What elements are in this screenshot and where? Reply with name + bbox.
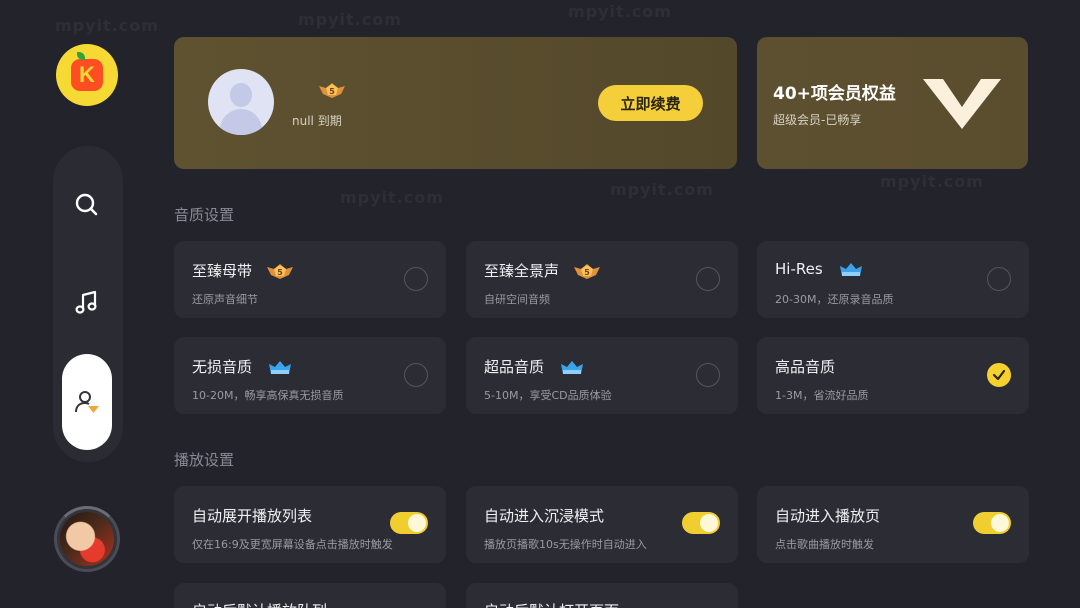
- playback-option[interactable]: 自动进入播放页 点击歌曲播放时触发: [757, 486, 1029, 563]
- watermark: mpyit.com: [55, 16, 159, 35]
- quality-option-label: 超品音质: [484, 358, 545, 376]
- album-cover-image: [60, 512, 114, 566]
- quality-option[interactable]: 至臻母带 5 还原声音细节: [174, 241, 446, 318]
- quality-option-desc: 5-10M，享受CD品质体验: [484, 389, 612, 402]
- nav-profile[interactable]: [62, 354, 112, 450]
- vip-crown-icon: [923, 79, 1001, 129]
- toggle-switch-on[interactable]: [682, 512, 720, 534]
- quality-option-title: 高品音质: [775, 356, 835, 377]
- vip5-badge-icon: 5: [267, 263, 294, 279]
- vip-level-badge-icon: 5: [319, 83, 345, 98]
- quality-option[interactable]: 至臻全景声 5 自研空间音频: [466, 241, 738, 318]
- quality-option-title: 至臻全景声 5: [484, 260, 601, 281]
- watermark: mpyit.com: [880, 172, 984, 191]
- section-title-quality: 音质设置: [174, 206, 235, 224]
- quality-option-title: 至臻母带 5: [192, 260, 294, 281]
- quality-option[interactable]: Hi-Res 20-30M，还原录音品质: [757, 241, 1029, 318]
- vip-level-text: 5: [277, 268, 283, 277]
- logo-mark: K: [71, 52, 103, 91]
- watermark: mpyit.com: [568, 2, 672, 21]
- playback-option-title: 启动后默认播放队列: [192, 600, 327, 608]
- playback-option-title: 启动后默认打开页面: [484, 600, 619, 608]
- playback-option-desc: 仅在16:9及更宽屏幕设备点击播放时触发: [192, 538, 393, 551]
- playback-option-title: 自动展开播放列表: [192, 507, 313, 525]
- quality-option-label: 无损音质: [192, 358, 253, 376]
- radio-unchecked[interactable]: [696, 363, 720, 387]
- quality-option-label: 高品音质: [775, 358, 836, 376]
- watermark: mpyit.com: [610, 180, 714, 199]
- section-title-playback: 播放设置: [174, 451, 235, 469]
- logo-letter: K: [79, 62, 95, 87]
- quality-option[interactable]: 高品音质 1-3M，省流好品质: [757, 337, 1029, 414]
- radio-unchecked[interactable]: [987, 267, 1011, 291]
- benefits-subtitle: 超级会员-已畅享: [773, 113, 862, 127]
- vip-level-text: 5: [329, 87, 335, 96]
- vip-expire-text: null 到期: [292, 114, 342, 128]
- quality-option-label: 至臻母带: [192, 262, 253, 280]
- now-playing-cover[interactable]: [54, 506, 120, 572]
- quality-option-title: 无损音质: [192, 356, 294, 377]
- search-icon: [75, 193, 98, 216]
- user-avatar[interactable]: [208, 69, 274, 135]
- quality-option-desc: 自研空间音频: [484, 293, 550, 306]
- vip-benefits-card[interactable]: 40+项会员权益 超级会员-已畅享: [757, 37, 1028, 169]
- quality-option[interactable]: 超品音质 5-10M，享受CD品质体验: [466, 337, 738, 414]
- watermark: mpyit.com: [298, 10, 402, 29]
- quality-option-desc: 20-30M，还原录音品质: [775, 293, 894, 306]
- nav-search[interactable]: [62, 180, 112, 230]
- quality-option-label: 至臻全景声: [484, 262, 560, 280]
- vip-level-text: 5: [584, 268, 590, 277]
- svip-crown-badge-icon: [561, 360, 584, 374]
- benefits-title: 40+项会员权益: [773, 84, 896, 104]
- nav-music[interactable]: [62, 278, 112, 328]
- radio-checked[interactable]: [987, 363, 1011, 387]
- quality-option-title: Hi-Res: [775, 260, 865, 278]
- playback-option[interactable]: 自动进入沉浸模式 播放页播歌10s无操作时自动进入: [466, 486, 738, 563]
- watermark: mpyit.com: [340, 188, 444, 207]
- quality-option-desc: 1-3M，省流好品质: [775, 389, 869, 402]
- toggle-switch-on[interactable]: [973, 512, 1011, 534]
- quality-option-desc: 10-20M，畅享高保真无损音质: [192, 389, 344, 402]
- quality-option-desc: 还原声音细节: [192, 293, 258, 306]
- playback-option-desc: 播放页播歌10s无操作时自动进入: [484, 538, 647, 551]
- playback-option[interactable]: 自动展开播放列表 仅在16:9及更宽屏幕设备点击播放时触发: [174, 486, 446, 563]
- svip-crown-badge-icon: [269, 360, 292, 374]
- vip-status-card: 5 null 到期 立即续费: [174, 37, 737, 169]
- playback-option[interactable]: 启动后默认播放队列: [174, 583, 446, 608]
- toggle-switch-on[interactable]: [390, 512, 428, 534]
- quality-option[interactable]: 无损音质 10-20M，畅享高保真无损音质: [174, 337, 446, 414]
- check-icon: [992, 369, 1006, 381]
- renew-button[interactable]: 立即续费: [598, 85, 703, 121]
- vip5-badge-icon: 5: [574, 263, 601, 279]
- user-vip-icon: [75, 391, 99, 413]
- radio-unchecked[interactable]: [404, 363, 428, 387]
- quality-option-title: 超品音质: [484, 356, 586, 377]
- radio-unchecked[interactable]: [696, 267, 720, 291]
- playback-option[interactable]: 启动后默认打开页面: [466, 583, 738, 608]
- music-note-icon: [75, 290, 97, 314]
- playback-option-title: 自动进入播放页: [775, 507, 881, 525]
- playback-option-desc: 点击歌曲播放时触发: [775, 538, 874, 551]
- radio-unchecked[interactable]: [404, 267, 428, 291]
- svip-crown-badge-icon: [839, 263, 862, 276]
- quality-option-label: Hi-Res: [775, 260, 823, 278]
- playback-option-title: 自动进入沉浸模式: [484, 507, 605, 525]
- app-logo[interactable]: K: [56, 44, 118, 106]
- logo-sprout-icon: [77, 52, 85, 60]
